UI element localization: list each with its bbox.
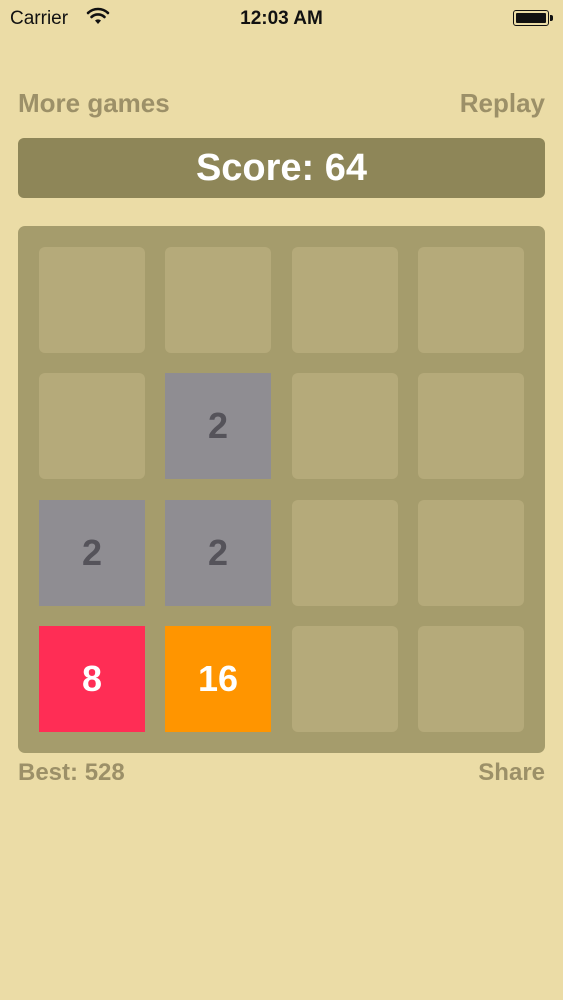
tile-2: 2	[165, 500, 271, 606]
share-button[interactable]: Share	[478, 759, 545, 787]
game-board[interactable]: 2 2 2 8 16	[18, 226, 545, 753]
empty-cell	[165, 247, 271, 353]
score-label: Score:	[195, 146, 325, 189]
tile-8: 8	[39, 626, 145, 732]
best-label: Best:	[18, 759, 85, 786]
clock-time: 12:03 AM	[240, 8, 323, 29]
tile-16: 16	[165, 626, 271, 732]
battery-icon	[513, 10, 553, 26]
more-games-button[interactable]: More games	[18, 88, 170, 119]
empty-cell	[39, 247, 145, 353]
empty-cell	[418, 247, 524, 353]
best-score: Best: 528	[18, 759, 125, 787]
score-display: Score: 64	[18, 138, 545, 198]
empty-cell	[292, 373, 398, 479]
replay-button[interactable]: Replay	[460, 88, 545, 119]
status-bar: Carrier 12:03 AM	[0, 0, 563, 40]
score-value: 64	[324, 146, 368, 189]
best-value: 528	[84, 759, 125, 786]
empty-cell	[418, 626, 524, 732]
tile-2: 2	[165, 373, 271, 479]
empty-cell	[418, 373, 524, 479]
empty-cell	[418, 500, 524, 606]
empty-cell	[292, 500, 398, 606]
empty-cell	[292, 247, 398, 353]
empty-cell	[39, 373, 145, 479]
empty-cell	[292, 626, 398, 732]
tile-2: 2	[39, 500, 145, 606]
